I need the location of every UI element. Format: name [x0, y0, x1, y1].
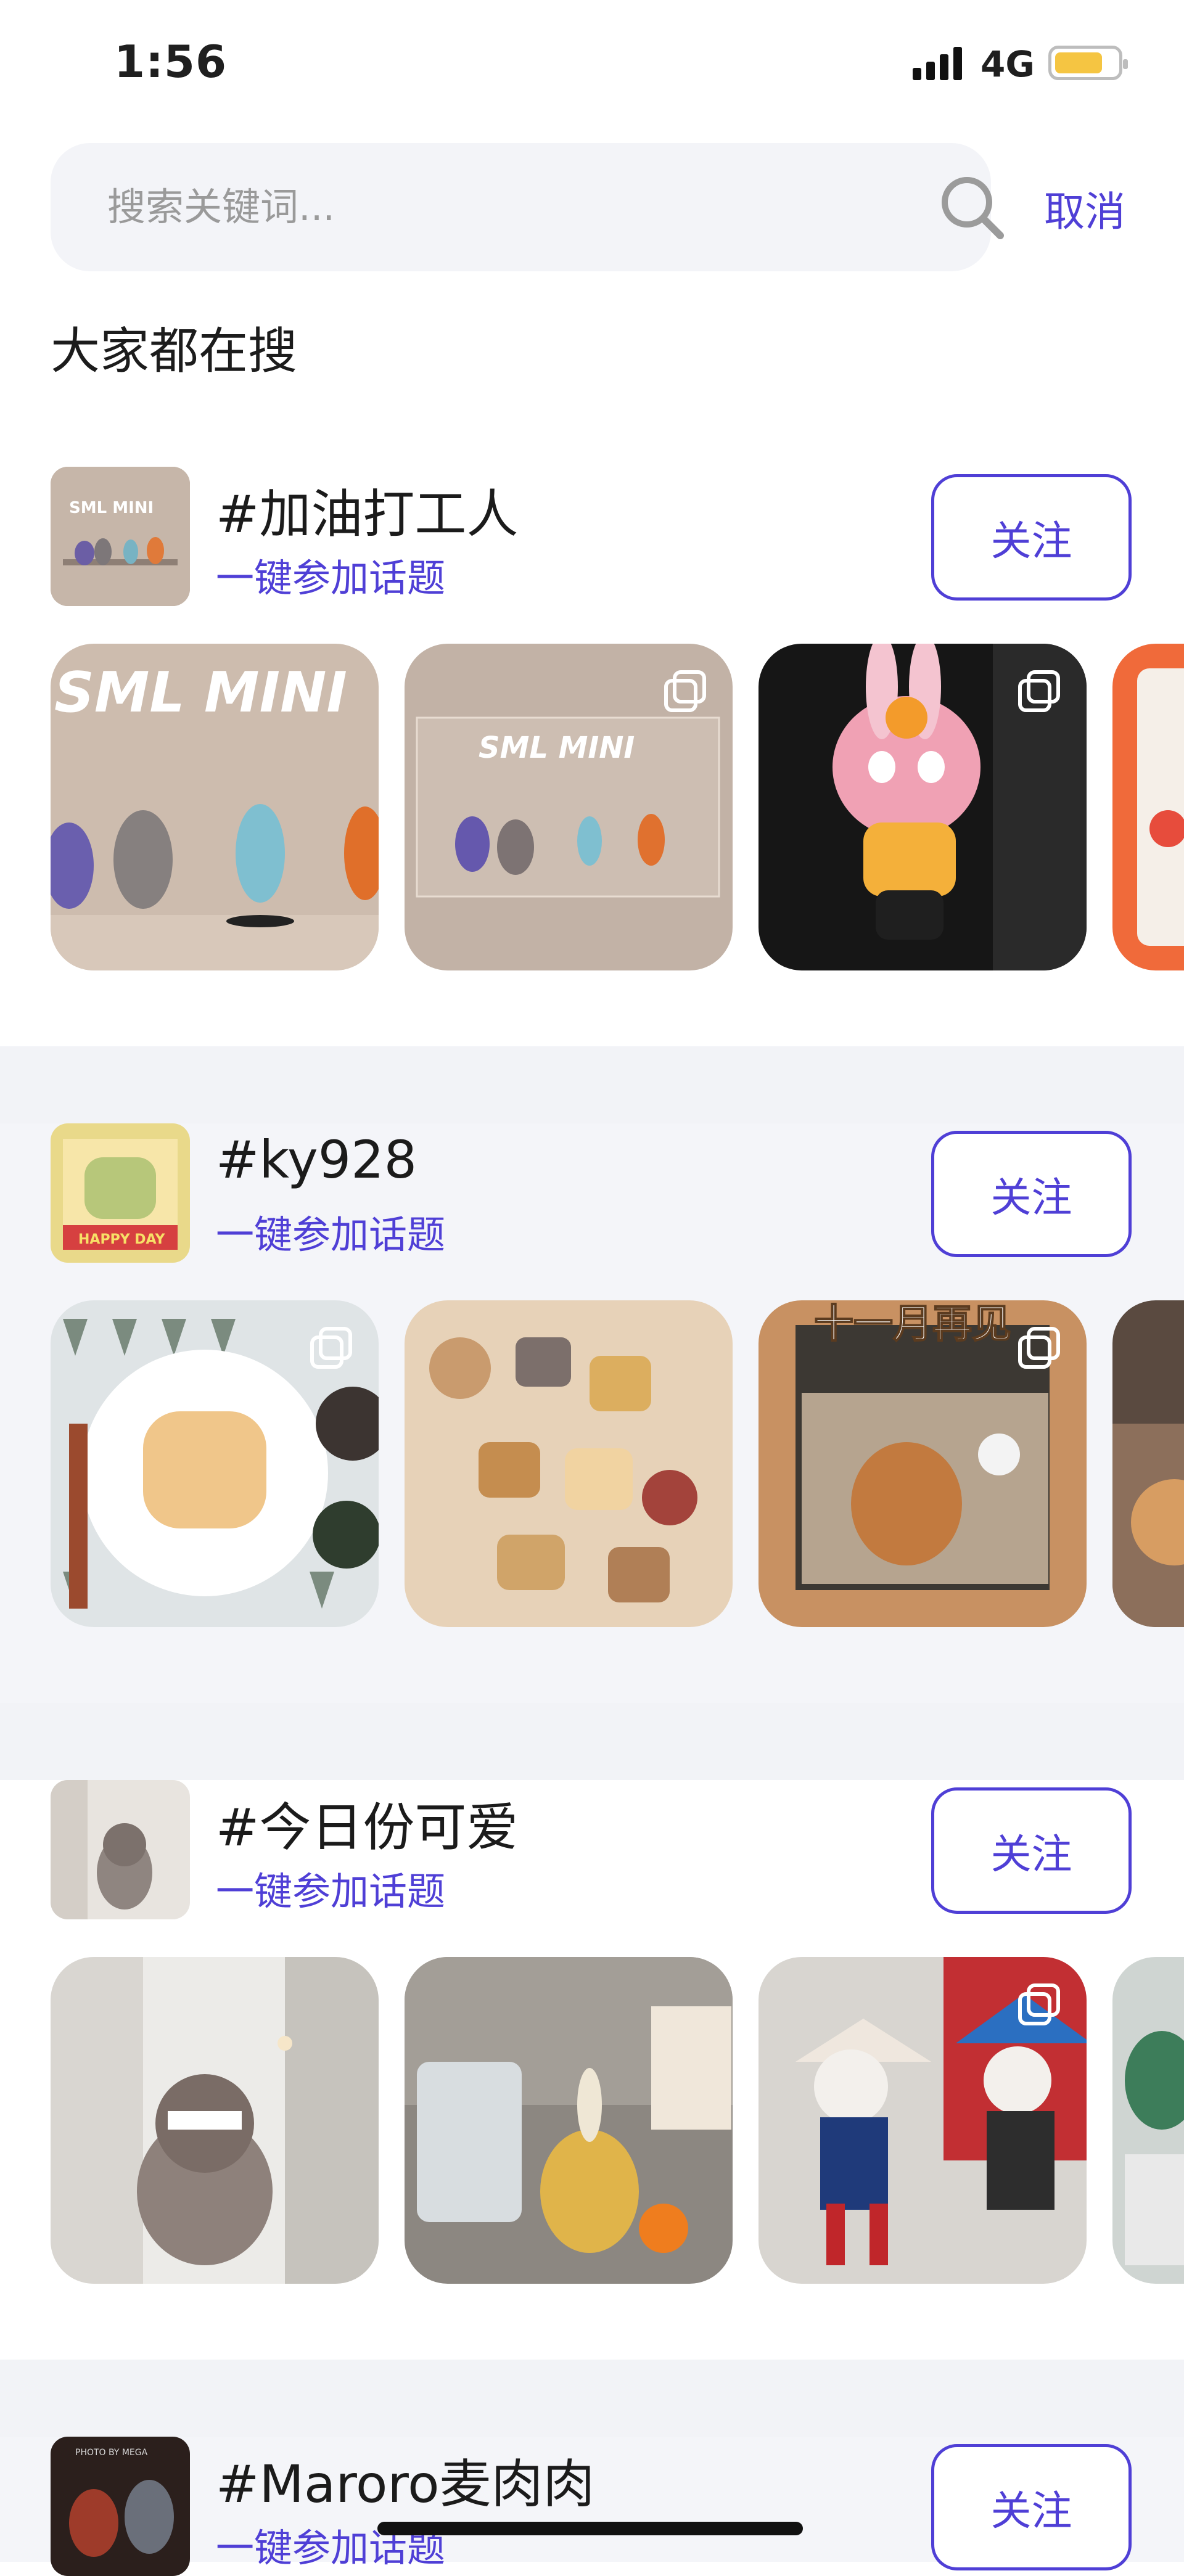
thumbnail[interactable]	[1112, 644, 1184, 970]
topic-card: #今日份可爱 一键参加话题 关注	[0, 1780, 1184, 2437]
topic-avatar[interactable]: HAPPY DAY	[51, 1123, 190, 1263]
follow-button[interactable]: 关注	[931, 474, 1132, 601]
topic-name[interactable]: #ky928	[216, 1130, 417, 1190]
search-icon[interactable]	[939, 174, 1006, 242]
multi-image-icon	[310, 1327, 352, 1369]
section-title: 大家都在搜	[51, 322, 297, 380]
image-strip[interactable]: SML MINI SML MINI	[0, 644, 1184, 970]
join-topic-link[interactable]: 一键参加话题	[216, 547, 445, 602]
multi-image-icon	[1018, 1983, 1060, 2025]
thumbnail-text: SML MINI	[479, 731, 635, 765]
status-bar: 1:56 4G	[0, 0, 1184, 129]
avatar-text: HAPPY DAY	[78, 1232, 165, 1247]
section-divider	[0, 1046, 1184, 1123]
thumbnail[interactable]	[51, 1300, 379, 1627]
network-type: 4G	[980, 43, 1035, 85]
section-divider	[0, 2360, 1184, 2437]
thumbnail[interactable]	[51, 1957, 379, 2284]
avatar-text: SML MINI	[69, 499, 154, 517]
cancel-button[interactable]: 取消	[1044, 179, 1125, 238]
topic-card: PHOTO BY MEGA #Maroro麦肉肉 一键参加话题 关注	[0, 2437, 1184, 2576]
thumbnail[interactable]: SML MINI	[51, 644, 379, 970]
thumbnail[interactable]: 十一月再见	[758, 1300, 1087, 1627]
topic-avatar[interactable]: PHOTO BY MEGA	[51, 2437, 190, 2576]
section-divider	[0, 1703, 1184, 1780]
image-strip[interactable]: 十一月再见	[0, 1300, 1184, 1627]
topic-card: HAPPY DAY #ky928 一键参加话题 关注 十一月再见	[0, 1123, 1184, 1780]
image-strip[interactable]	[0, 1957, 1184, 2284]
search-input[interactable]	[107, 173, 847, 240]
topic-avatar[interactable]: SML MINI	[51, 467, 190, 606]
signal-icon	[913, 47, 962, 80]
topic-name[interactable]: #今日份可爱	[216, 1786, 518, 1861]
multi-image-icon	[1018, 670, 1060, 712]
follow-button[interactable]: 关注	[931, 1131, 1132, 1257]
topic-name[interactable]: #Maroro麦肉肉	[216, 2443, 595, 2517]
thumbnail[interactable]	[758, 644, 1087, 970]
join-topic-link[interactable]: 一键参加话题	[216, 1204, 445, 1259]
thumbnail-text: 十一月再见	[814, 1302, 1011, 1347]
battery-icon	[1048, 46, 1128, 80]
topic-card: SML MINI #加油打工人 一键参加话题 关注 SML MINI SML M…	[0, 467, 1184, 1123]
join-topic-link[interactable]: 一键参加话题	[216, 1860, 445, 1916]
follow-button[interactable]: 关注	[931, 1787, 1132, 1914]
search-box[interactable]	[51, 143, 1004, 271]
follow-button[interactable]: 关注	[931, 2444, 1132, 2570]
thumbnail[interactable]: SML MINI	[405, 644, 733, 970]
multi-image-icon	[1018, 1327, 1060, 1369]
thumbnail[interactable]	[758, 1957, 1087, 2284]
multi-image-icon	[664, 670, 706, 712]
avatar-text: PHOTO BY MEGA	[75, 2448, 148, 2458]
home-indicator[interactable]	[377, 2522, 803, 2535]
topic-avatar[interactable]	[51, 1780, 190, 1919]
topic-name[interactable]: #加油打工人	[216, 473, 518, 548]
thumbnail[interactable]	[1112, 1957, 1184, 2284]
thumbnail[interactable]	[405, 1300, 733, 1627]
status-time: 1:56	[114, 36, 228, 88]
thumbnail[interactable]	[405, 1957, 733, 2284]
thumbnail[interactable]	[1112, 1300, 1184, 1627]
thumbnail-text: SML MINI	[54, 660, 347, 725]
